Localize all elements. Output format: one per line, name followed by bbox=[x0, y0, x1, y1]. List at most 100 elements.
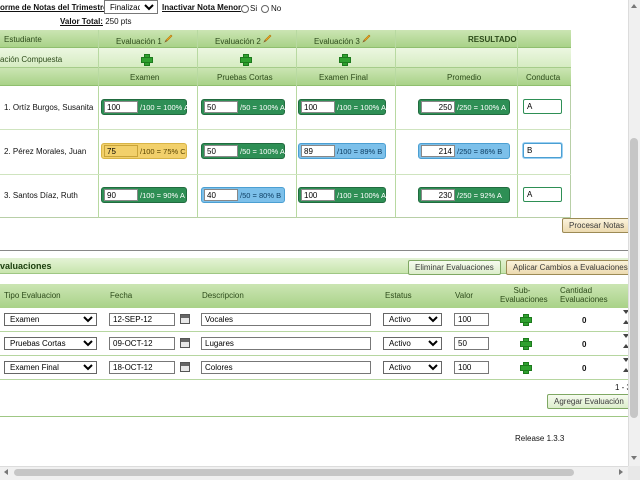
add-sub-evaluacion-icon[interactable] bbox=[520, 314, 532, 326]
scroll-right-icon[interactable] bbox=[619, 469, 623, 475]
release-label: Release 1.3.3 bbox=[515, 434, 565, 443]
descripcion-input[interactable] bbox=[201, 313, 371, 326]
tipo-evaluacion-select[interactable]: Examen bbox=[4, 313, 97, 326]
column-examen: Examen bbox=[130, 73, 160, 82]
add-evaluacion-1-icon[interactable] bbox=[141, 54, 153, 66]
grade-pruebas: /50 = 100% A bbox=[201, 99, 285, 115]
section-divider bbox=[0, 250, 628, 251]
add-evaluacion-3-icon[interactable] bbox=[339, 54, 351, 66]
valor-input[interactable] bbox=[454, 361, 489, 374]
agregar-evaluacion-button[interactable]: Agregar Evaluación bbox=[547, 394, 628, 409]
grade-examen-input[interactable] bbox=[104, 189, 138, 201]
column-tipo: Tipo Evaluacion bbox=[4, 291, 61, 300]
conducta-input[interactable] bbox=[523, 99, 562, 114]
column-descripcion: Descripcion bbox=[202, 291, 244, 300]
fecha-input[interactable] bbox=[109, 313, 175, 326]
radio-no[interactable] bbox=[261, 5, 269, 13]
grade-pruebas-result: /50 = 100% A bbox=[240, 146, 285, 156]
grade-pruebas-input[interactable] bbox=[204, 189, 238, 201]
student-name: 2. Pérez Morales, Juan bbox=[4, 147, 87, 156]
horizontal-scroll-thumb[interactable] bbox=[14, 469, 574, 476]
estatus-select[interactable]: Activo bbox=[383, 361, 442, 374]
vertical-scroll-thumb[interactable] bbox=[630, 138, 638, 418]
grade-final-result: /100 = 100% A bbox=[337, 102, 386, 112]
grade-final: /100 = 100% A bbox=[298, 187, 386, 203]
aplicar-cambios-button[interactable]: Aplicar Cambios a Evaluaciones bbox=[506, 260, 628, 275]
estatus-select[interactable]: Activo bbox=[383, 337, 442, 350]
row-separator bbox=[0, 129, 571, 130]
grade-pruebas-input[interactable] bbox=[204, 101, 238, 113]
edit-evaluacion-2-icon[interactable] bbox=[263, 34, 272, 43]
grade-final-result: /100 = 89% B bbox=[337, 146, 383, 156]
grade-final-result: /100 = 100% A bbox=[337, 190, 386, 200]
grade-promedio-input bbox=[421, 145, 455, 157]
pagination-label: 1 - 3 bbox=[615, 383, 628, 392]
scroll-down-icon[interactable] bbox=[631, 456, 637, 460]
grade-final-input[interactable] bbox=[301, 145, 335, 157]
grade-promedio: /250 = 86% B bbox=[418, 143, 510, 159]
column-valor: Valor bbox=[455, 291, 474, 300]
add-sub-evaluacion-icon[interactable] bbox=[520, 338, 532, 350]
cantidad-value: 0 bbox=[582, 340, 587, 349]
add-evaluacion-2-icon[interactable] bbox=[240, 54, 252, 66]
scroll-up-icon[interactable] bbox=[631, 4, 637, 8]
column-estatus: Estatus bbox=[385, 291, 412, 300]
edit-evaluacion-1-icon[interactable] bbox=[164, 34, 173, 43]
tipo-evaluacion-select[interactable]: Examen Final bbox=[4, 361, 97, 374]
grade-final: /100 = 89% B bbox=[298, 143, 386, 159]
radio-no-label: No bbox=[271, 4, 282, 13]
eliminar-evaluaciones-button[interactable]: Eliminar Evaluaciones bbox=[408, 260, 501, 275]
grade-promedio: /250 = 100% A bbox=[418, 99, 510, 115]
inactivar-nota-label: Inactivar Nota Menor bbox=[162, 3, 242, 12]
fecha-input[interactable] bbox=[109, 361, 175, 374]
calendar-icon[interactable] bbox=[180, 314, 190, 324]
grade-final: /100 = 100% A bbox=[298, 99, 386, 115]
grade-examen-input[interactable] bbox=[104, 101, 138, 113]
scroll-left-icon[interactable] bbox=[4, 469, 8, 475]
radio-si[interactable] bbox=[241, 5, 249, 13]
scrollbar-corner bbox=[628, 466, 640, 480]
grade-examen: /100 = 75% C bbox=[101, 143, 187, 159]
grade-final-input[interactable] bbox=[301, 189, 335, 201]
valor-input[interactable] bbox=[454, 337, 489, 350]
calendar-icon[interactable] bbox=[180, 338, 190, 348]
tipo-evaluacion-select[interactable]: Pruebas Cortas bbox=[4, 337, 97, 350]
report-title-label: orme de Notas del Trimestre bbox=[0, 3, 108, 12]
column-examen-final: Examen Final bbox=[319, 73, 368, 82]
fecha-input[interactable] bbox=[109, 337, 175, 350]
add-sub-evaluacion-icon[interactable] bbox=[520, 362, 532, 374]
calendar-icon[interactable] bbox=[180, 362, 190, 372]
column-pruebas-cortas: Pruebas Cortas bbox=[217, 73, 273, 82]
grade-pruebas-result: /50 = 100% A bbox=[240, 102, 285, 112]
grid-divider bbox=[197, 30, 198, 218]
student-name: 1. Ortíz Burgos, Susanita bbox=[4, 103, 94, 112]
descripcion-input[interactable] bbox=[201, 361, 371, 374]
grade-promedio-input bbox=[421, 101, 455, 113]
grid-divider bbox=[296, 30, 297, 218]
grade-pruebas: /50 = 80% B bbox=[201, 187, 285, 203]
grade-final-input[interactable] bbox=[301, 101, 335, 113]
estatus-select[interactable]: Activo bbox=[383, 313, 442, 326]
conducta-input[interactable] bbox=[523, 187, 562, 202]
grid-composite-band bbox=[0, 48, 571, 68]
grade-pruebas-input[interactable] bbox=[204, 145, 238, 157]
grade-promedio: /250 = 92% A bbox=[418, 187, 510, 203]
cantidad-value: 0 bbox=[582, 364, 587, 373]
status-select[interactable]: Finalizado bbox=[104, 0, 158, 14]
student-name: 3. Santos Díaz, Ruth bbox=[4, 191, 78, 200]
conducta-input[interactable] bbox=[523, 143, 562, 158]
edit-evaluacion-3-icon[interactable] bbox=[362, 34, 371, 43]
grade-examen-input[interactable] bbox=[104, 145, 138, 157]
descripcion-input[interactable] bbox=[201, 337, 371, 350]
grid-divider bbox=[98, 30, 99, 218]
composite-label: ación Compuesta bbox=[0, 55, 63, 64]
grade-examen-result: /100 = 90% A bbox=[140, 190, 185, 200]
valor-total-value: 250 pts bbox=[105, 17, 132, 26]
valor-input[interactable] bbox=[454, 313, 489, 326]
procesar-notas-button[interactable]: Procesar Notas bbox=[562, 218, 628, 233]
column-promedio: Promedio bbox=[447, 73, 482, 82]
column-cantidad: Cantidad Evaluaciones bbox=[560, 286, 608, 304]
grade-promedio-result: /250 = 86% B bbox=[457, 146, 503, 156]
grid-divider bbox=[395, 30, 396, 218]
grade-promedio-result: /250 = 92% A bbox=[457, 190, 502, 200]
